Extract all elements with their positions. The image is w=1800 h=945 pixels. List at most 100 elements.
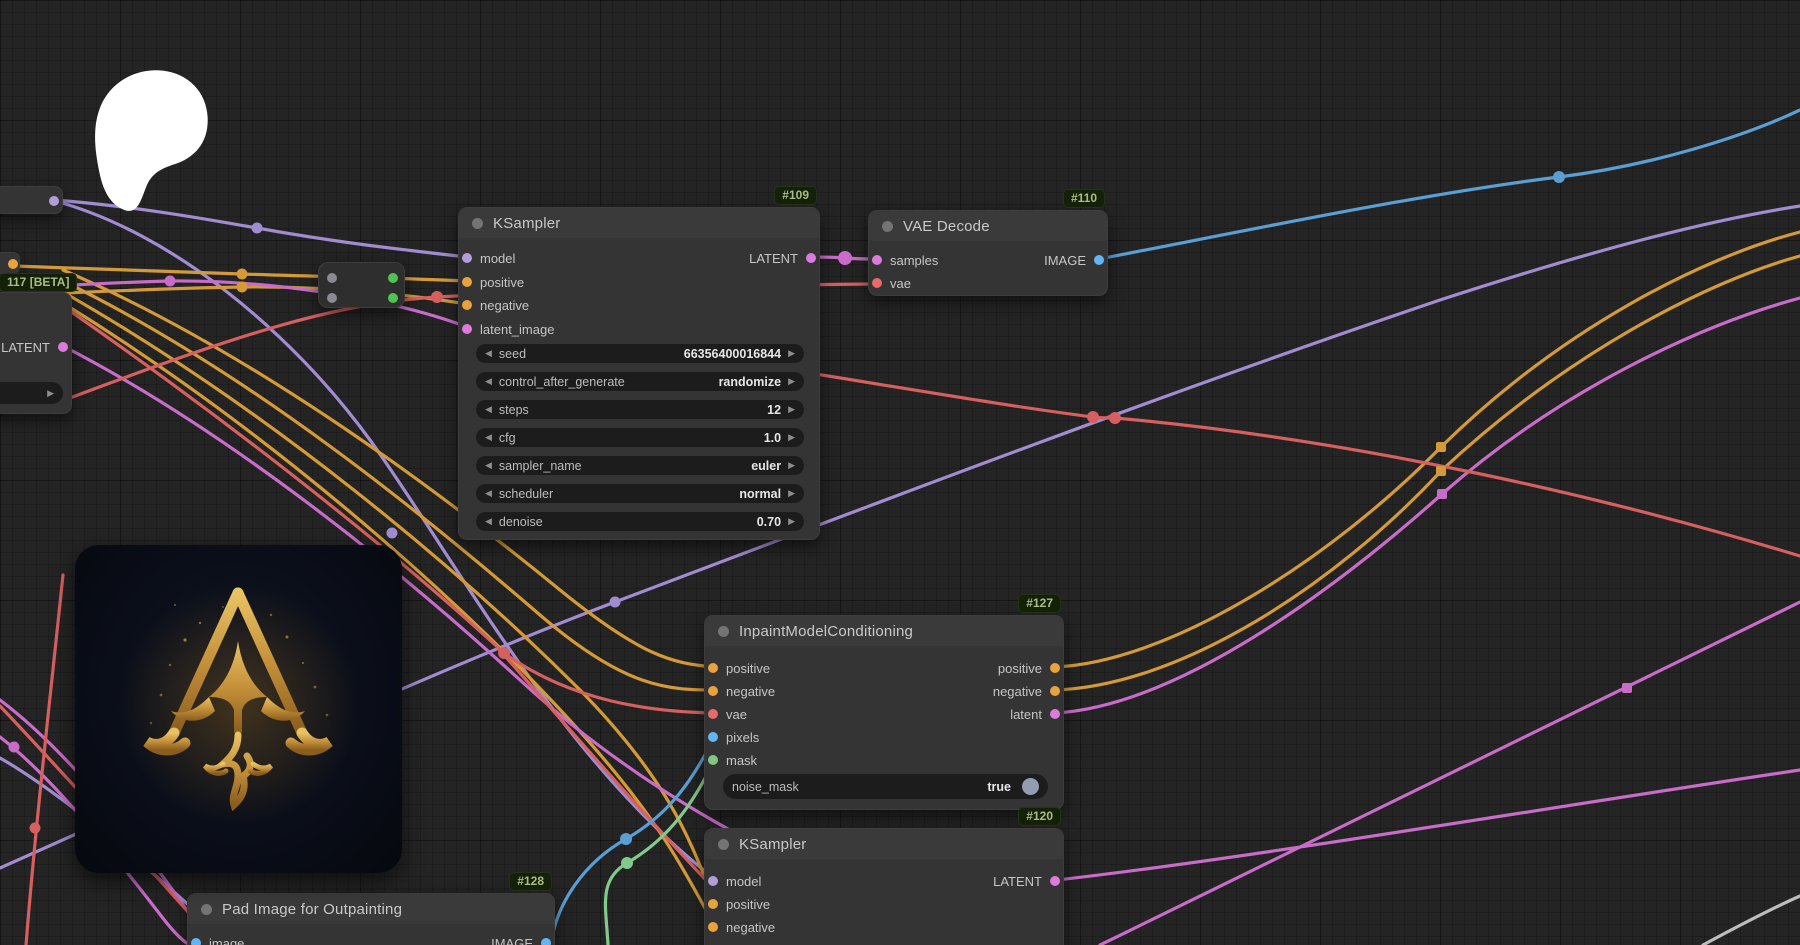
link-dot[interactable] <box>838 251 852 265</box>
collapse-dot-icon[interactable] <box>882 221 893 232</box>
decrement-arrow-icon[interactable]: ◀ <box>485 516 492 527</box>
increment-arrow-icon[interactable]: ▶ <box>47 388 54 399</box>
toggle-knob-icon[interactable] <box>1022 778 1039 795</box>
link-dot[interactable] <box>237 282 248 293</box>
input-slot-mask[interactable] <box>708 755 718 765</box>
node-left-latent[interactable]: 117 [BETA] LATENT 50 ▶ <box>0 292 72 414</box>
input-slot-positive[interactable] <box>708 899 718 909</box>
node-id-badge: 117 [BETA] <box>0 273 77 292</box>
link-dot[interactable] <box>620 833 632 845</box>
input-slot-positive[interactable] <box>462 277 472 287</box>
decrement-arrow-icon[interactable]: ◀ <box>485 348 492 359</box>
clipped-number-widget[interactable]: 50 ▶ <box>0 382 63 404</box>
link-dot[interactable] <box>1087 411 1099 423</box>
cfg-widget[interactable]: ◀ cfg 1.0 ▶ <box>476 428 804 447</box>
link-dot[interactable] <box>431 291 443 303</box>
decrement-arrow-icon[interactable]: ◀ <box>485 432 492 443</box>
output-slot-latent[interactable] <box>806 253 816 263</box>
input-slot-negative[interactable] <box>462 300 472 310</box>
decrement-arrow-icon[interactable]: ◀ <box>485 460 492 471</box>
increment-arrow-icon[interactable]: ▶ <box>788 404 795 415</box>
link-dot[interactable] <box>165 276 176 287</box>
input-slot-image[interactable] <box>191 938 201 945</box>
link-dot[interactable] <box>30 823 41 834</box>
increment-arrow-icon[interactable]: ▶ <box>788 460 795 471</box>
input-slot-pixels[interactable] <box>708 732 718 742</box>
decrement-arrow-icon[interactable]: ◀ <box>485 376 492 387</box>
link-dot[interactable] <box>9 742 20 753</box>
node-pad-outpainting-128[interactable]: #128 Pad Image for Outpainting image IMA… <box>187 893 555 945</box>
sampler-name-widget[interactable]: ◀ sampler_name euler ▶ <box>476 456 804 475</box>
input-slot-negative[interactable] <box>708 922 718 932</box>
output-slot-positive[interactable] <box>1050 663 1060 673</box>
link-dot[interactable] <box>610 597 621 608</box>
output-slot-image[interactable] <box>1094 255 1104 265</box>
input-slot-vae[interactable] <box>872 278 882 288</box>
collapse-dot-icon[interactable] <box>718 626 729 637</box>
input-slot-negative[interactable] <box>708 686 718 696</box>
node-vae-decode-110[interactable]: #110 VAE Decode samples vae IMAGE <box>868 210 1108 296</box>
input-slot[interactable] <box>327 273 337 283</box>
output-slot-image[interactable] <box>541 938 551 945</box>
collapse-dot-icon[interactable] <box>472 218 483 229</box>
link-dot-square[interactable] <box>1436 466 1446 476</box>
link-dot[interactable] <box>1553 171 1565 183</box>
link-dot-square[interactable] <box>1622 683 1632 693</box>
node-ksampler-120[interactable]: #120 KSampler model positive negative LA… <box>704 828 1064 945</box>
image-preview-node[interactable] <box>75 545 402 873</box>
node-inpaint-conditioning-127[interactable]: #127 InpaintModelConditioning positive n… <box>704 615 1064 810</box>
node-ksampler-109[interactable]: #109 KSampler model positive negative la… <box>458 207 820 540</box>
link-dot[interactable] <box>387 528 398 539</box>
steps-widget[interactable]: ◀ steps 12 ▶ <box>476 400 804 419</box>
output-slot-model[interactable] <box>49 196 59 206</box>
scheduler-widget[interactable]: ◀ scheduler normal ▶ <box>476 484 804 503</box>
link-dot[interactable] <box>237 269 248 280</box>
link-dot[interactable] <box>498 647 510 659</box>
input-slot-vae[interactable] <box>708 709 718 719</box>
link-dot[interactable] <box>621 857 633 869</box>
input-slot-model[interactable] <box>462 253 472 263</box>
node-titlebar[interactable]: VAE Decode <box>869 211 1107 241</box>
output-slot-conditioning[interactable] <box>8 259 18 269</box>
output-slot-latent[interactable] <box>1050 876 1060 886</box>
noise-mask-toggle-widget[interactable]: noise_mask true <box>723 774 1048 799</box>
output-slot-row: IMAGE <box>1044 251 1104 269</box>
increment-arrow-icon[interactable]: ▶ <box>788 432 795 443</box>
input-slot-samples[interactable] <box>872 255 882 265</box>
output-slot-row: LATENT <box>749 249 816 267</box>
increment-arrow-icon[interactable]: ▶ <box>788 488 795 499</box>
decrement-arrow-icon[interactable]: ◀ <box>485 488 492 499</box>
output-label: LATENT <box>993 874 1042 889</box>
node-reroute-box[interactable] <box>318 262 405 308</box>
increment-arrow-icon[interactable]: ▶ <box>788 516 795 527</box>
node-titlebar[interactable]: KSampler <box>705 829 1063 859</box>
output-slot-latent[interactable] <box>58 342 68 352</box>
link-dot[interactable] <box>1109 412 1121 424</box>
link-dot-square[interactable] <box>1437 489 1447 499</box>
node-titlebar[interactable]: InpaintModelConditioning <box>705 616 1063 646</box>
collapse-dot-icon[interactable] <box>718 839 729 850</box>
link-dot-square[interactable] <box>1436 442 1446 452</box>
input-slot-positive[interactable] <box>708 663 718 673</box>
link-dot[interactable] <box>252 223 263 234</box>
output-slot-negative[interactable] <box>1050 686 1060 696</box>
control-after-generate-widget[interactable]: ◀ control_after_generate randomize ▶ <box>476 372 804 391</box>
output-slot[interactable] <box>388 293 398 303</box>
increment-arrow-icon[interactable]: ▶ <box>788 348 795 359</box>
output-slot[interactable] <box>388 273 398 283</box>
decrement-arrow-icon[interactable]: ◀ <box>485 404 492 415</box>
node-titlebar[interactable]: Pad Image for Outpainting <box>188 894 554 924</box>
seed-widget[interactable]: ◀ seed 66356400016844 ▶ <box>476 344 804 363</box>
increment-arrow-icon[interactable]: ▶ <box>788 376 795 387</box>
collapse-dot-icon[interactable] <box>201 904 212 915</box>
input-label: negative <box>726 920 775 935</box>
output-slot-latent[interactable] <box>1050 709 1060 719</box>
node-titlebar[interactable]: KSampler <box>459 208 819 238</box>
denoise-widget[interactable]: ◀ denoise 0.70 ▶ <box>476 512 804 531</box>
node-graph-canvas[interactable]: 117 [BETA] LATENT 50 ▶ #109 KSampler mod… <box>0 0 1800 945</box>
input-slot[interactable] <box>327 293 337 303</box>
node-collapsed-left[interactable] <box>0 186 63 214</box>
input-slot-latent-image[interactable] <box>462 324 472 334</box>
input-slot-model[interactable] <box>708 876 718 886</box>
node-stub-left[interactable] <box>0 252 20 274</box>
